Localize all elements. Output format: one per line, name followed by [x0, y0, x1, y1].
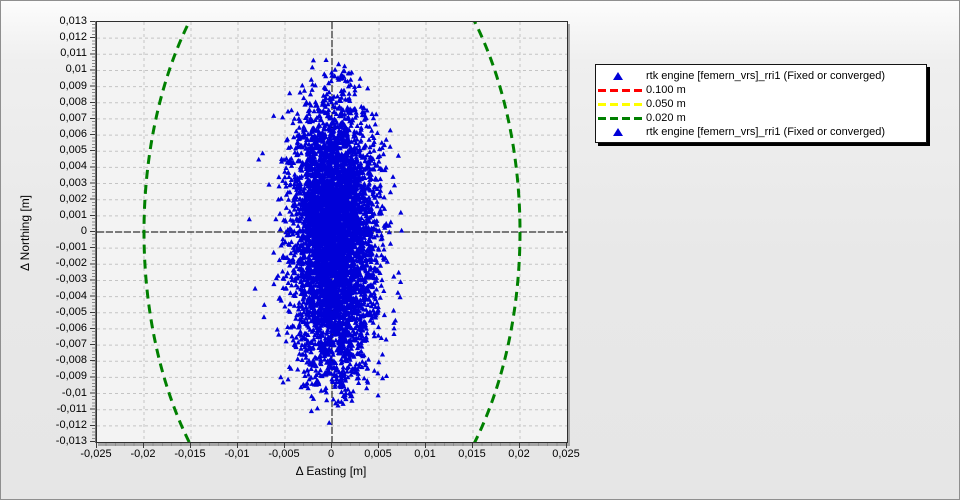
- x-tick-label: -0,025: [80, 448, 112, 460]
- y-tick-label: -0,007: [55, 338, 87, 351]
- legend-triangle-icon: [596, 125, 646, 139]
- triangle-marker: [613, 128, 623, 136]
- y-tick-label: -0,008: [55, 354, 87, 367]
- legend-dash-icon: [596, 97, 646, 111]
- y-tick-label: 0: [80, 225, 87, 237]
- legend-dash-icon: [596, 83, 646, 97]
- x-tick-label: -0,015: [174, 448, 206, 460]
- legend-item-label: rtk engine [femern_vrs]_rri1 (Fixed or c…: [646, 125, 886, 138]
- legend-item[interactable]: 0.020 m: [596, 111, 926, 125]
- y-tick-label: -0,012: [55, 418, 87, 431]
- y-tick-label: 0,005: [59, 144, 87, 157]
- dash-marker: [598, 117, 643, 120]
- plot-area[interactable]: [96, 21, 568, 443]
- legend-triangle-icon: [596, 69, 646, 83]
- x-tick-label: -0,005: [268, 448, 300, 460]
- y-tick-label: -0,013: [55, 435, 87, 447]
- y-tick-label: 0,013: [59, 15, 87, 27]
- x-tick-label: 0,02: [508, 448, 530, 460]
- y-tick-label: 0,008: [59, 95, 87, 108]
- legend-item-label: 0.100 m: [646, 83, 686, 96]
- scatter-points: [246, 57, 405, 425]
- y-tick-label: -0,004: [55, 289, 87, 302]
- y-tick-label: 0,004: [59, 160, 87, 173]
- x-tick-label: 0: [327, 448, 335, 460]
- legend-item-label: 0.020 m: [646, 111, 686, 124]
- legend-box[interactable]: rtk engine [femern_vrs]_rri1 (Fixed or c…: [595, 64, 927, 143]
- triangle-marker: [613, 72, 623, 80]
- x-axis-title: Δ Easting [m]: [295, 464, 367, 478]
- y-tick-label: 0,006: [59, 128, 87, 141]
- x-tick-label: 0,025: [552, 448, 580, 460]
- y-tick-label: 0,007: [59, 111, 87, 124]
- x-tick-label: 0,01: [414, 448, 436, 460]
- y-tick-label: -0,005: [55, 305, 87, 318]
- y-axis-tick-labels: 0,013 0,012 0,011 0,01 0,009 0,008 0,007 0,006 0…: [29, 15, 87, 447]
- y-tick-label: -0,001: [55, 241, 87, 254]
- legend-item-label: rtk engine [femern_vrs]_rri1 (Fixed or c…: [646, 69, 886, 82]
- y-axis-title-text: Δ Northing [m]: [18, 194, 32, 272]
- y-tick-label: 0,002: [59, 192, 87, 205]
- legend-item[interactable]: 0.050 m: [596, 97, 926, 111]
- x-axis-tick-labels: -0,025 -0,02 -0,015 -0,01 -0,005 0 0,005 0,01 0,…: [80, 448, 579, 462]
- dash-marker: [598, 89, 643, 92]
- dash-marker: [598, 103, 643, 106]
- y-tick-label: -0,01: [61, 386, 87, 399]
- x-tick-label: 0,005: [364, 448, 392, 460]
- legend-item[interactable]: 0.100 m: [596, 83, 926, 97]
- x-tick-label: 0,015: [458, 448, 486, 460]
- x-tick-label: -0,01: [224, 448, 250, 460]
- y-tick-label: -0,003: [55, 273, 87, 286]
- y-tick-label: -0,006: [55, 321, 87, 334]
- legend-item[interactable]: rtk engine [femern_vrs]_rri1 (Fixed or c…: [596, 125, 926, 139]
- y-tick-label: 0,001: [59, 208, 87, 221]
- y-tick-label: 0,003: [59, 176, 87, 189]
- y-tick-label: 0,009: [59, 79, 87, 92]
- legend-dash-icon: [596, 111, 646, 125]
- y-tick-label: 0,011: [60, 47, 87, 60]
- legend-item[interactable]: rtk engine [femern_vrs]_rri1 (Fixed or c…: [596, 69, 926, 83]
- chart-window: 0,013 0,012 0,011 0,01 0,009 0,008 0,007 0,006 0…: [0, 0, 960, 500]
- y-tick-label: -0,011: [56, 402, 87, 415]
- legend-item-label: 0.050 m: [646, 97, 686, 110]
- y-axis-major-ticks: [90, 21, 95, 442]
- y-tick-label: -0,009: [55, 370, 87, 383]
- y-tick-label: 0,012: [59, 31, 87, 44]
- y-tick-label: 0,01: [65, 63, 87, 76]
- y-tick-label: -0,002: [55, 257, 87, 270]
- plot-canvas: [97, 22, 567, 442]
- x-tick-label: -0,02: [130, 448, 156, 460]
